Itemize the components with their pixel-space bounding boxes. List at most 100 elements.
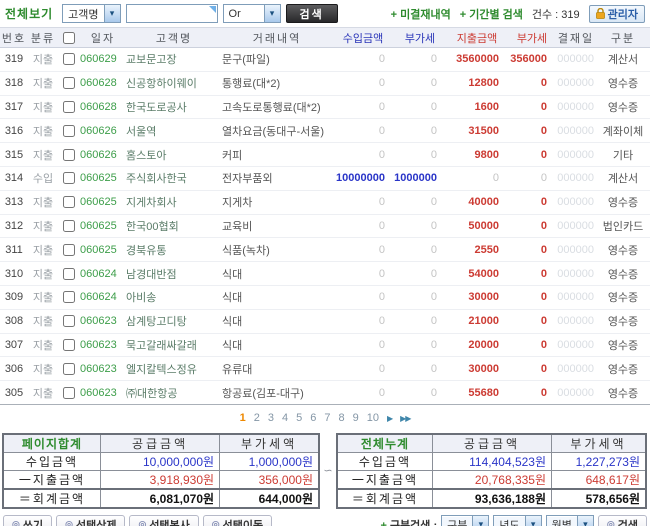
copy-selected-label: 선택복사 xyxy=(149,519,190,526)
row-checkbox[interactable] xyxy=(63,196,75,209)
row-checkbox[interactable] xyxy=(63,124,75,137)
row-customer[interactable]: 서울역 xyxy=(126,119,222,143)
page-5[interactable]: 5 xyxy=(296,412,302,424)
page-7[interactable]: 7 xyxy=(324,412,330,424)
row-customer[interactable]: 엘지칼텍스정유 xyxy=(126,357,222,381)
row-checkbox[interactable] xyxy=(63,315,75,328)
delete-selected-button[interactable]: ◎ 선택삭제 xyxy=(56,515,126,526)
row-checkbox[interactable] xyxy=(63,101,75,114)
table-row[interactable]: 310 지출 060624 남경대반점 식대 0 0 54000 0 00000… xyxy=(0,262,650,286)
table-row[interactable]: 315 지출 060626 홈스토아 커피 0 0 9800 0 000000 … xyxy=(0,143,650,167)
table-row[interactable]: 318 지출 060628 신공항하이웨이 통행료(대*2) 0 0 12800… xyxy=(0,71,650,96)
row-customer[interactable]: 경북유통 xyxy=(126,238,222,262)
table-row[interactable]: 309 지출 060624 아비송 식대 0 0 30000 0 000000 … xyxy=(0,285,650,310)
row-checkbox[interactable] xyxy=(63,148,75,161)
row-checkbox[interactable] xyxy=(63,77,75,90)
row-checkbox[interactable] xyxy=(63,339,75,351)
search-input[interactable] xyxy=(126,5,217,22)
row-number: 311 xyxy=(5,243,23,256)
row-checkbox[interactable] xyxy=(63,291,75,304)
table-row[interactable]: 305 지출 060623 ㈜대한항공 항공료(김포-대구) 0 0 55680… xyxy=(0,381,650,405)
grand-total-title: 전체누계 xyxy=(336,433,433,453)
row-checkbox[interactable] xyxy=(63,243,75,256)
table-row[interactable]: 306 지출 060623 엘지칼텍스정유 유류대 0 0 30000 0 00… xyxy=(0,357,650,381)
month-filter-select[interactable]: 월별 ▾ xyxy=(545,515,594,526)
row-date: 060625 xyxy=(80,219,117,232)
row-checkbox[interactable] xyxy=(63,386,75,399)
row-customer[interactable]: 교보문고장 xyxy=(126,48,222,72)
table-row[interactable]: 316 지출 060626 서울역 열차요금(동대구-서울) 0 0 31500… xyxy=(0,119,650,143)
search-field-select[interactable]: 고객명 ▾ xyxy=(62,4,121,23)
row-number: 309 xyxy=(4,291,24,304)
row-checkbox-cell xyxy=(58,143,80,167)
row-customer[interactable]: 묵고갈래싸갈래 xyxy=(126,333,222,357)
row-checkbox[interactable] xyxy=(63,53,75,66)
row-income-amount: 0 xyxy=(378,53,385,66)
row-customer[interactable]: ㈜대한항공 xyxy=(126,381,222,405)
page-6[interactable]: 6 xyxy=(310,412,316,424)
row-payday: 000000 xyxy=(557,267,594,280)
table-row[interactable]: 307 지출 060623 묵고갈래싸갈래 식대 0 0 20000 0 000… xyxy=(0,333,650,357)
table-row[interactable]: 319 지출 060629 교보문고장 문구(파일) 0 0 3560000 3… xyxy=(0,48,650,72)
page-10[interactable]: 10 xyxy=(367,412,379,424)
row-description: 식대 xyxy=(222,316,243,329)
row-description: 유류대 xyxy=(222,363,253,376)
row-checkbox[interactable] xyxy=(63,220,75,233)
row-description: 식대 xyxy=(222,268,243,281)
row-checkbox-cell xyxy=(58,238,80,262)
row-checkbox-cell xyxy=(58,285,80,309)
type-filter-select[interactable]: 구분 ▾ xyxy=(441,515,490,526)
search-button[interactable]: 검색 xyxy=(285,4,338,23)
filter-search-button[interactable]: ◎ 검색 xyxy=(597,515,647,526)
admin-button[interactable]: 관리자 xyxy=(588,4,645,23)
table-row[interactable]: 311 지출 060625 경북유통 식품(녹차) 0 0 2550 0 000… xyxy=(0,238,650,262)
row-customer[interactable]: 홈스토아 xyxy=(126,143,222,167)
row-payday: 000000 xyxy=(557,243,594,256)
view-all-label[interactable]: 전체보기 xyxy=(5,5,53,22)
page-9[interactable]: 9 xyxy=(353,412,359,424)
table-row[interactable]: 308 지출 060623 삼계탕고디탕 식대 0 0 21000 0 0000… xyxy=(0,309,650,334)
operator-select[interactable]: Or ▾ xyxy=(222,4,281,23)
row-customer[interactable]: 지게차회사 xyxy=(126,190,222,214)
row-customer[interactable]: 한국00협회 xyxy=(126,214,222,238)
page-1[interactable]: 1 xyxy=(240,412,246,424)
row-expense-amount: 50000 xyxy=(468,219,499,232)
table-row[interactable]: 317 지출 060628 한국도로공사 고속도로통행료(대*2) 0 0 16… xyxy=(0,95,650,119)
row-expense-amount: 20000 xyxy=(468,338,499,351)
copy-selected-button[interactable]: ◎ 선택복사 xyxy=(129,515,199,526)
row-customer[interactable]: 신공항하이웨이 xyxy=(126,71,222,95)
page-4[interactable]: 4 xyxy=(282,412,288,424)
row-payday: 000000 xyxy=(557,196,594,209)
row-description: 문구(파일) xyxy=(222,54,270,67)
row-checkbox[interactable] xyxy=(63,362,75,375)
write-button[interactable]: ◎ 쓰기 xyxy=(3,515,53,526)
move-selected-button[interactable]: ◎ 선택이동 xyxy=(202,515,273,526)
pending-items-link[interactable]: + 미결재내역 xyxy=(391,6,451,22)
transaction-table: 번호 분류 일자 고객명 거래내역 수입금액 부가세 지출금액 부가세 결재일 … xyxy=(0,27,650,405)
year-filter-select[interactable]: 년도 ▾ xyxy=(493,515,542,526)
row-checkbox[interactable] xyxy=(63,267,75,280)
table-row[interactable]: 314 수입 060625 주식회사한국 전자부품외 10000000 1000… xyxy=(0,166,650,191)
page-8[interactable]: 8 xyxy=(338,412,344,424)
row-customer[interactable]: 삼계탕고디탕 xyxy=(126,309,222,333)
table-row[interactable]: 312 지출 060625 한국00협회 교육비 0 0 50000 0 000… xyxy=(0,214,650,238)
row-customer[interactable]: 주식회사한국 xyxy=(126,166,222,190)
row-customer[interactable]: 한국도로공사 xyxy=(126,95,222,119)
supply-header: 공급금액 xyxy=(431,433,553,453)
row-customer[interactable]: 아비송 xyxy=(126,285,222,309)
page-3[interactable]: 3 xyxy=(268,412,274,424)
row-checkbox[interactable] xyxy=(63,172,75,185)
row-customer[interactable]: 남경대반점 xyxy=(126,262,222,286)
page-2[interactable]: 2 xyxy=(254,412,260,424)
next-page-icon[interactable]: ▶ xyxy=(387,414,393,423)
transaction-ledger-window: 전체보기 고객명 ▾ Or ▾ 검색 + 미결재내역 + 기간별 검색 건수 :… xyxy=(0,0,650,526)
last-page-icon[interactable]: ▶▶ xyxy=(400,414,411,423)
row-date: 060623 xyxy=(80,386,117,399)
row-checkbox-cell xyxy=(58,119,80,143)
row-category: 지출 xyxy=(32,197,54,210)
select-all-checkbox[interactable] xyxy=(63,31,75,44)
table-row[interactable]: 313 지출 060625 지게차회사 지게차 0 0 40000 0 0000… xyxy=(0,190,650,215)
row-date: 060626 xyxy=(80,124,117,137)
period-search-link[interactable]: + 기간별 검색 xyxy=(460,6,523,22)
row-expense-vat: 0 xyxy=(540,338,547,351)
